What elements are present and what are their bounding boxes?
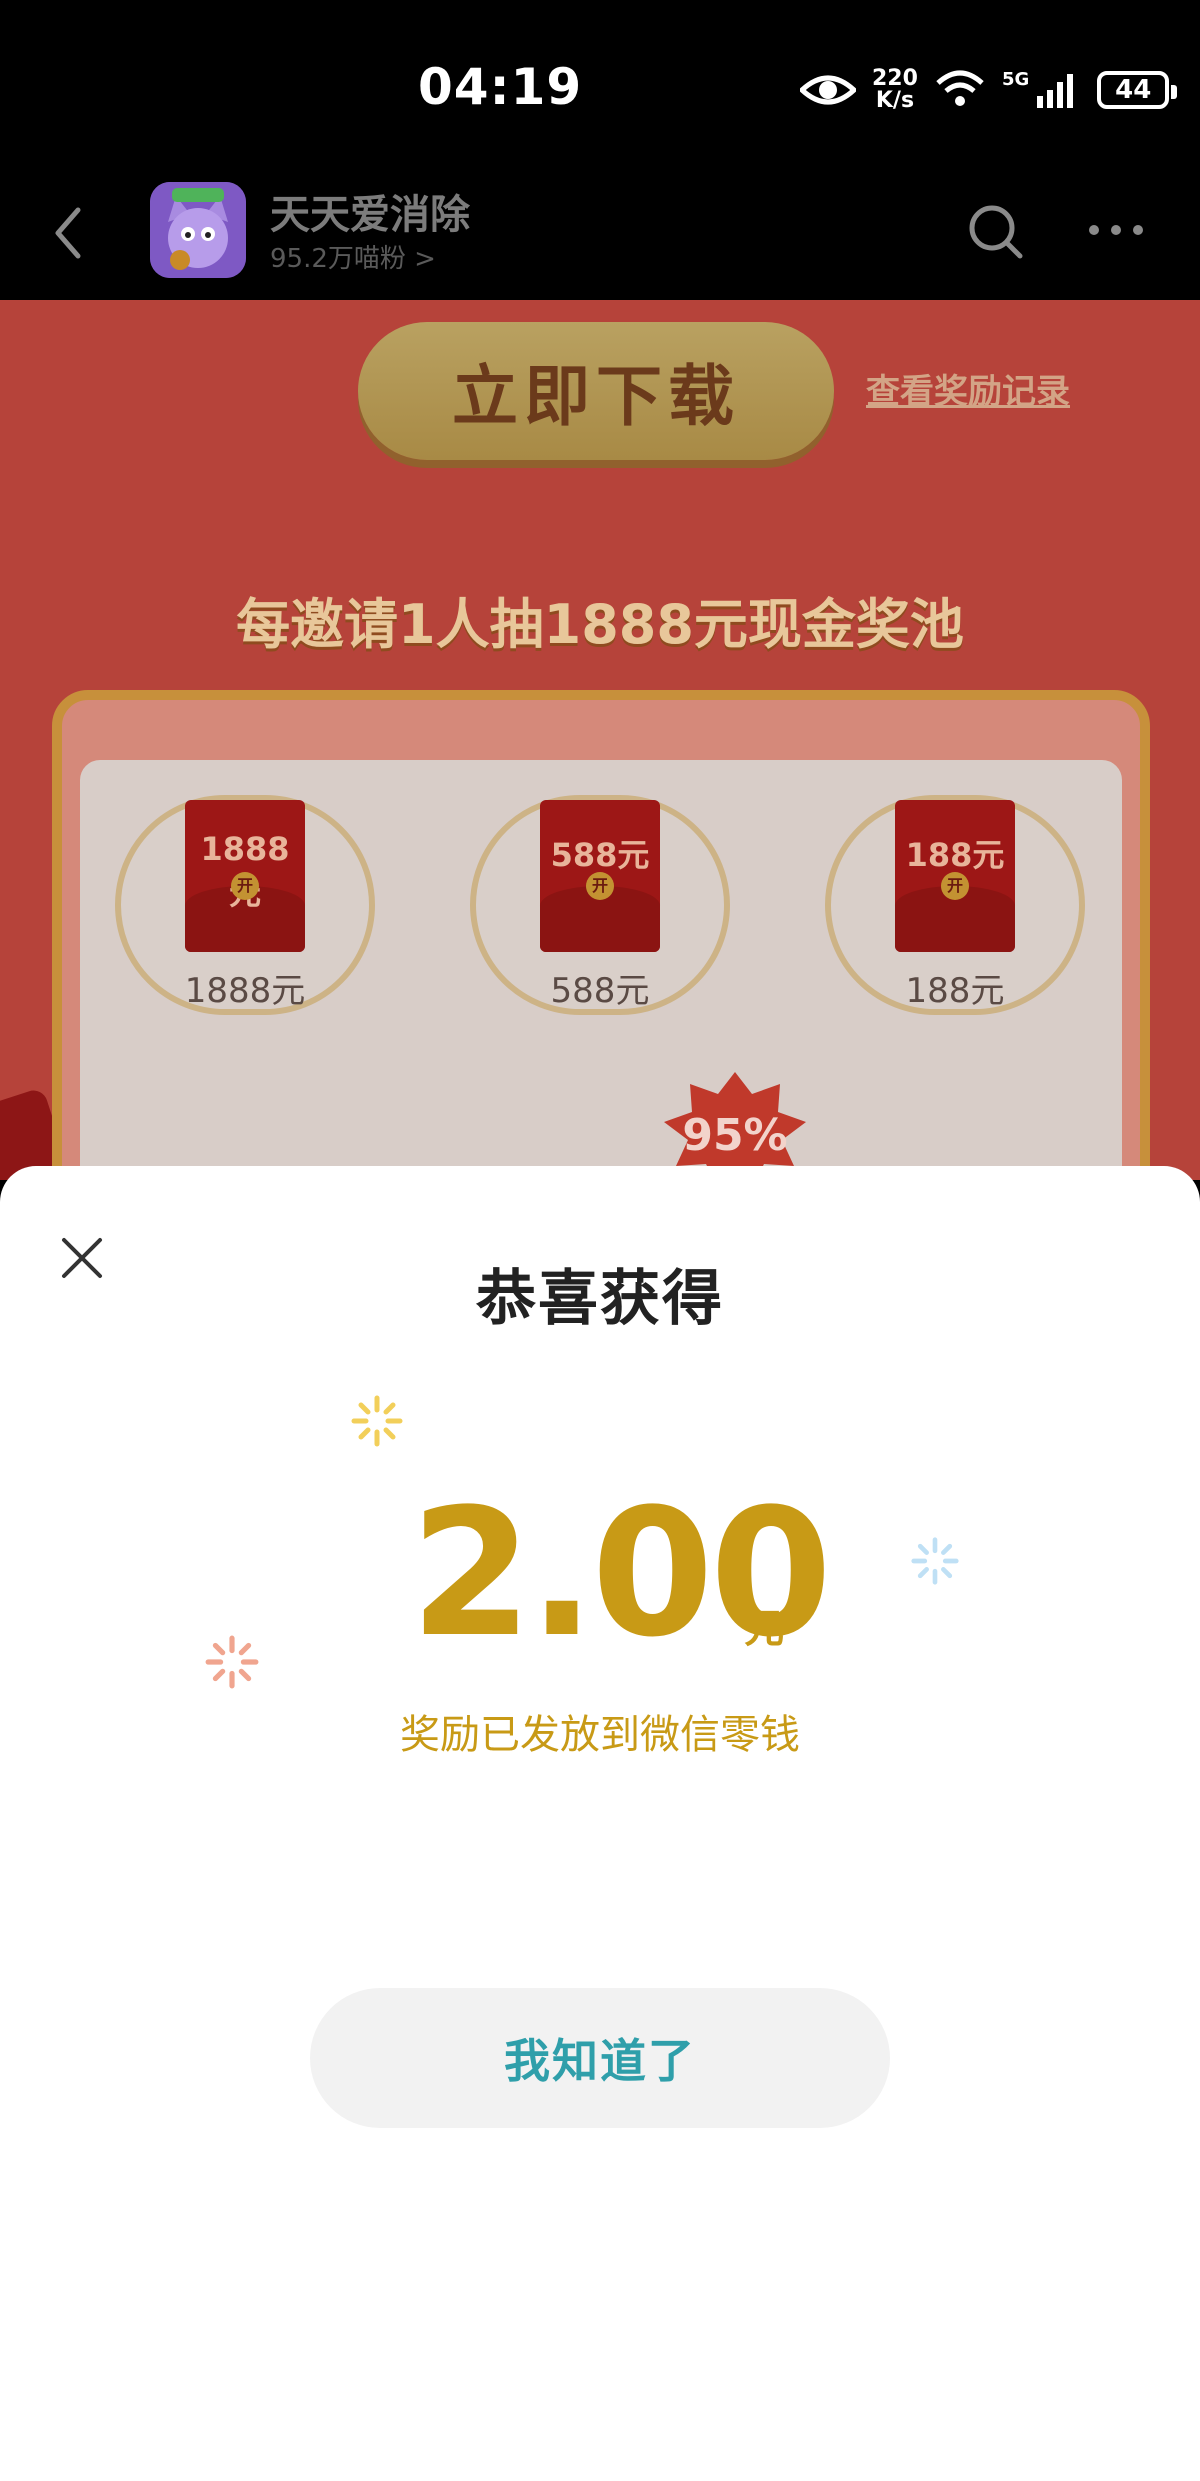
sparkle-icon <box>911 1537 959 1585</box>
status-bar: 04:19 220 K/s 5G 44 <box>0 0 1200 170</box>
red-envelope: 1888元 开 <box>185 800 305 952</box>
network-gen: 5G <box>1001 68 1030 90</box>
follower-count[interactable]: 95.2万喵粉 > <box>270 238 436 275</box>
confirm-button[interactable]: 我知道了 <box>310 1988 890 2128</box>
promo-page: 立即下载 查看奖励记录 每邀请1人抽1888元现金奖池 1888元 开 1888… <box>0 300 1200 1180</box>
envelope-amount: 188元 <box>905 836 1005 874</box>
reward-modal: 恭喜获得 2.00 元 奖励已发放到微信零钱 我知道了 <box>0 1166 1200 2481</box>
net-speed: 220 K/s <box>872 68 918 112</box>
prize-item[interactable]: 588元 开 588元 <box>460 795 740 1055</box>
search-icon[interactable] <box>966 202 1026 262</box>
back-icon[interactable] <box>44 198 94 268</box>
red-envelope: 188元 开 <box>895 800 1015 952</box>
envelope-amount: 588元 <box>550 836 650 874</box>
prize-item[interactable]: 1888元 开 1888元 <box>105 795 385 1055</box>
open-seal: 开 <box>941 872 969 900</box>
reward-note: 奖励已发放到微信零钱 <box>400 1712 800 1758</box>
app-name[interactable]: 天天爱消除 <box>270 182 470 240</box>
app-header: 天天爱消除 95.2万喵粉 > <box>0 170 1200 300</box>
prize-item[interactable]: 188元 开 188元 <box>815 795 1095 1055</box>
reward-record-link[interactable]: 查看奖励记录 <box>866 364 1070 413</box>
percent-badge-text: 95% <box>682 1110 788 1161</box>
net-speed-value: 220 <box>872 66 918 91</box>
sparkle-icon <box>351 1395 403 1447</box>
sparkle-icon <box>205 1635 259 1689</box>
prize-label: 188元 <box>905 971 1005 1011</box>
promo-headline: 每邀请1人抽1888元现金奖池 <box>236 593 964 656</box>
battery-icon: 44 <box>1097 71 1178 109</box>
app-avatar[interactable] <box>150 182 246 278</box>
signal-icon <box>1037 74 1074 108</box>
download-button[interactable]: 立即下载 <box>358 322 834 460</box>
open-seal: 开 <box>586 872 614 900</box>
prize-label: 588元 <box>550 971 650 1011</box>
cat-mascot-icon <box>150 182 246 278</box>
more-icon[interactable] <box>1086 210 1146 250</box>
status-icons: 220 K/s 5G 44 <box>800 60 1178 120</box>
prize-label: 1888元 <box>184 971 306 1011</box>
red-envelope: 588元 开 <box>540 800 660 952</box>
reward-unit: 元 <box>744 1606 784 1652</box>
percent-badge: 95% <box>660 1070 810 1180</box>
status-time: 04:19 <box>418 58 583 116</box>
open-seal: 开 <box>231 872 259 900</box>
net-speed-unit: K/s <box>875 88 915 113</box>
modal-title: 恭喜获得 <box>476 1264 724 1334</box>
wifi-icon <box>936 70 984 106</box>
battery-level: 44 <box>1115 75 1152 105</box>
eye-icon <box>800 75 856 105</box>
